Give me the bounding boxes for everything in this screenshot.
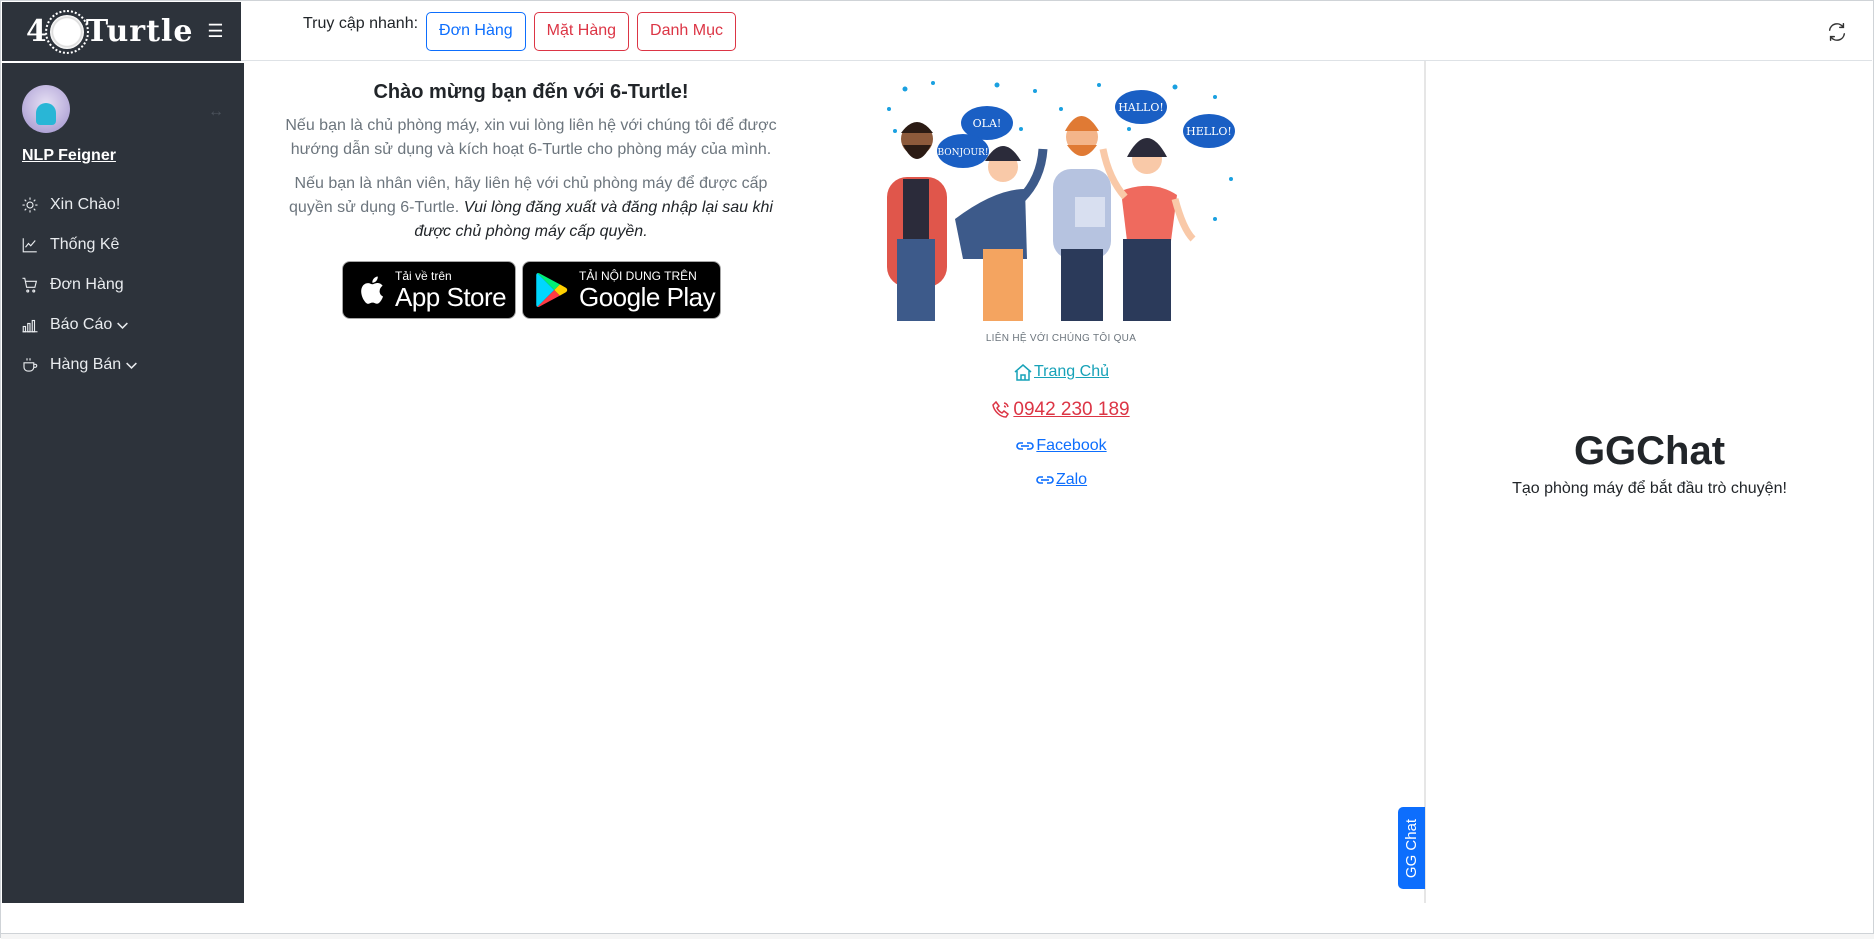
sidebar-item-goods[interactable]: Hàng Bán (2, 345, 244, 385)
google-play-badge[interactable]: TẢI NỘI DUNG TRÊN Google Play (522, 261, 721, 319)
app-store-badge[interactable]: Tải về trên App Store (342, 261, 516, 319)
sun-icon (22, 197, 38, 213)
sidebar-item-stats[interactable]: Thống Kê (2, 225, 244, 265)
chat-subtitle: Tạo phòng máy để bắt đầu trò chuyện! (1512, 480, 1787, 497)
brand-bar: 4 Turtle ☰ (2, 2, 241, 61)
people-greeting-illustration: OLA! BONJOUR! HALLO! HELLO! (887, 81, 1235, 321)
logo-text: Turtle (85, 14, 194, 49)
phone-link-text: 0942 230 189 (1013, 399, 1130, 420)
sidebar-item-label: Đơn Hàng (50, 276, 124, 293)
window-bottom-edge (1, 933, 1874, 939)
home-link-text: Trang Chủ (1034, 363, 1109, 380)
quick-orders-button[interactable]: Đơn Hàng (426, 11, 526, 51)
google-play-big-text: Google Play (579, 281, 716, 312)
user-name-link[interactable]: NLP Feigner (22, 147, 116, 165)
sidebar: ↔ NLP Feigner Xin Chào! Thống Kê Đơn Hàn… (2, 63, 244, 903)
hamburger-icon[interactable]: ☰ (207, 21, 223, 42)
cup-icon (23, 358, 38, 372)
link-icon (1016, 442, 1035, 450)
home-link[interactable]: Trang Chủ (931, 363, 1191, 381)
sidebar-item-label: Báo Cáo (50, 316, 113, 333)
chart-line-icon (22, 238, 37, 253)
bubble-bonjour: BONJOUR! (938, 148, 989, 158)
app-store-small-text: Tải về trên (395, 268, 452, 283)
quick-products-button[interactable]: Mặt Hàng (533, 11, 630, 51)
chevron-down-icon (117, 322, 129, 329)
welcome-owner-text: Nếu bạn là chủ phòng máy, xin vui lòng l… (285, 117, 777, 158)
refresh-icon[interactable] (1826, 21, 1848, 43)
zalo-link[interactable]: Zalo (931, 471, 1191, 489)
bubble-ola: OLA! (973, 117, 1002, 130)
gg-chat-toggle-label: GG Chat (1403, 818, 1420, 878)
sidebar-item-label: Xin Chào! (50, 196, 121, 213)
welcome-staff-text: Nếu bạn là nhân viên, hãy liên hệ với ch… (281, 172, 781, 244)
sidebar-item-label: Thống Kê (50, 236, 120, 253)
sun-logo-icon (44, 9, 89, 54)
welcome-staff-italic: Vui lòng đăng xuất và đăng nhập lại sau … (414, 199, 773, 240)
bubble-hello: HELLO! (1186, 125, 1232, 138)
sidebar-nav: Xin Chào! Thống Kê Đơn Hàng Báo Cáo Hàng… (2, 185, 244, 385)
welcome-section: Chào mừng bạn đến với 6-Turtle! Nếu bạn … (281, 81, 781, 254)
top-bar: Truy cập nhanh: Đơn Hàng Mặt Hàng Danh M… (241, 2, 1872, 61)
phone-icon (992, 401, 1010, 418)
bar-chart-icon (22, 319, 38, 333)
quick-categories-button[interactable]: Danh Mục (637, 11, 736, 51)
zalo-link-text: Zalo (1055, 471, 1088, 488)
chevron-down-icon (126, 362, 138, 369)
cart-icon (22, 277, 38, 293)
apple-icon (361, 276, 383, 304)
phone-link[interactable]: 0942 230 189 (931, 399, 1191, 421)
link-icon (1036, 476, 1054, 484)
contact-title: LIÊN HỆ VỚI CHÚNG TÔI QUA (985, 333, 1137, 344)
chat-panel: GGChat Tạo phòng máy để bắt đầu trò chuy… (1426, 429, 1873, 498)
app-window: 4 Turtle ☰ Truy cập nhanh: Đơn Hàng Mặt … (0, 0, 1874, 939)
quick-access-label: Truy cập nhanh: (303, 15, 419, 32)
avatar[interactable] (22, 85, 70, 133)
sidebar-item-label: Hàng Bán (50, 356, 122, 373)
home-icon (1014, 364, 1032, 381)
google-play-small-text: TẢI NỘI DUNG TRÊN (579, 268, 697, 283)
google-play-icon (536, 272, 568, 308)
welcome-title: Chào mừng bạn đến với 6-Turtle! (373, 81, 689, 103)
store-badges: Tải về trên App Store TẢI NỘI DUNG TRÊN … (342, 261, 721, 319)
chat-title: GGChat (1573, 429, 1726, 473)
sidebar-item-orders[interactable]: Đơn Hàng (2, 265, 244, 305)
app-store-big-text: App Store (395, 281, 507, 312)
facebook-link-text: Facebook (1036, 437, 1107, 454)
collapse-icon[interactable]: ↔ (208, 103, 224, 121)
sidebar-item-hello[interactable]: Xin Chào! (2, 185, 244, 225)
gg-chat-toggle-button[interactable]: GG Chat (1398, 807, 1425, 889)
facebook-link[interactable]: Facebook (931, 437, 1191, 455)
app-logo[interactable]: 4 Turtle (26, 9, 194, 54)
bubble-hallo: HALLO! (1118, 101, 1164, 114)
sidebar-item-reports[interactable]: Báo Cáo (2, 305, 244, 345)
